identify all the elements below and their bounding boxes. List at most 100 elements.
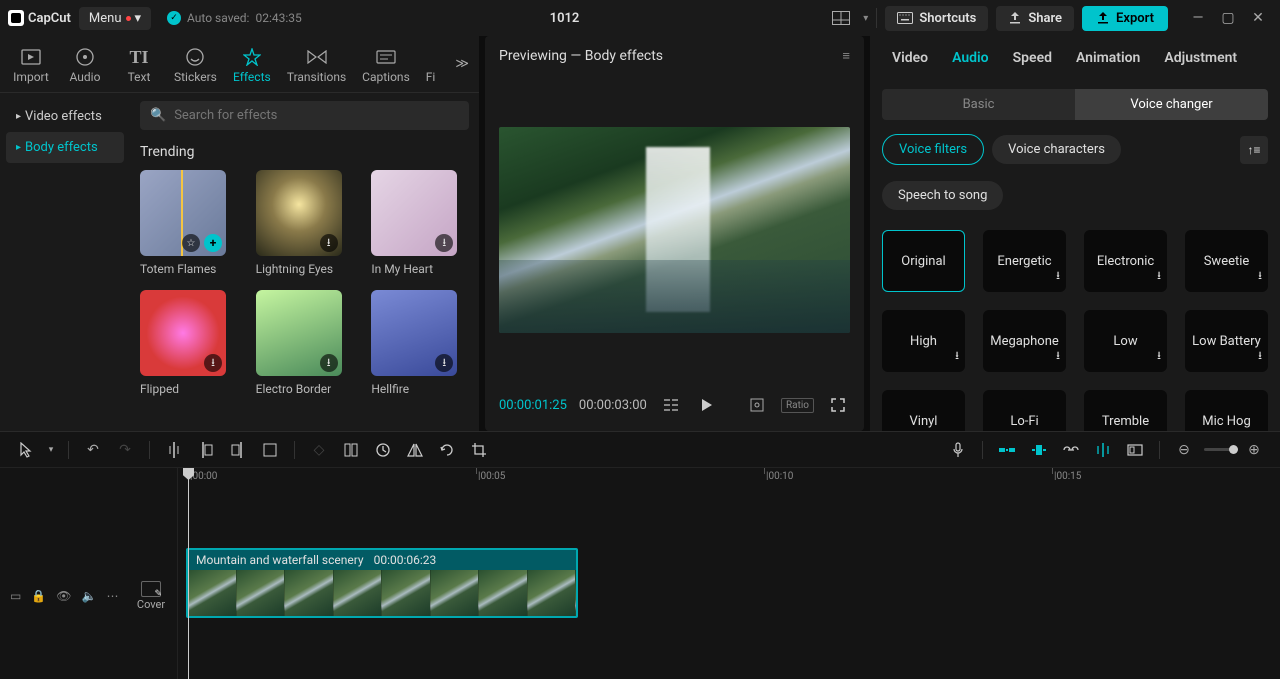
preview-menu-icon[interactable]: ≡ — [842, 48, 850, 64]
delete-button[interactable] — [256, 436, 284, 464]
split-button[interactable] — [160, 436, 188, 464]
download-icon[interactable]: ⭳ — [204, 354, 222, 372]
create-group-button[interactable] — [1121, 436, 1149, 464]
effect-in-my-heart[interactable]: ⭳In My Heart — [371, 170, 469, 276]
playhead[interactable] — [188, 468, 189, 679]
visibility-icon[interactable]: 👁 — [56, 589, 71, 603]
freeze-button[interactable] — [337, 436, 365, 464]
search-box[interactable]: 🔍 — [140, 101, 469, 130]
more-icon[interactable]: ⋯ — [106, 589, 118, 603]
effect-electro-border[interactable]: ⭳Electro Border — [256, 290, 354, 396]
zoom-slider[interactable] — [1204, 448, 1234, 451]
layout-button[interactable] — [827, 4, 855, 32]
tab-adjustment[interactable]: Adjustment — [1152, 36, 1249, 80]
voice-original[interactable]: Original — [882, 230, 965, 292]
effect-lightning-eyes[interactable]: ⭳Lightning Eyes — [256, 170, 354, 276]
tab-video[interactable]: Video — [880, 36, 940, 80]
tab-effects[interactable]: Effects — [225, 42, 279, 92]
chevron-down-icon[interactable]: ▾ — [863, 13, 868, 24]
preview-video[interactable] — [499, 127, 850, 333]
voice-tremble[interactable]: Tremble⭳ — [1084, 390, 1167, 431]
delete-left-button[interactable] — [192, 436, 220, 464]
voice-energetic[interactable]: Energetic⭳ — [983, 230, 1066, 292]
download-icon[interactable]: ⭳ — [435, 354, 453, 372]
close-button[interactable]: ✕ — [1244, 4, 1272, 32]
selection-tool[interactable] — [12, 436, 40, 464]
effect-hellfire[interactable]: ⭳Hellfire — [371, 290, 469, 396]
tab-animation[interactable]: Animation — [1064, 36, 1152, 80]
maximize-button[interactable]: ▢ — [1214, 4, 1242, 32]
voice-mic-hog[interactable]: Mic Hog⭳ — [1185, 390, 1268, 431]
pill-voice-filters[interactable]: Voice filters — [882, 134, 984, 165]
mirror-button[interactable] — [401, 436, 429, 464]
subtab-basic[interactable]: Basic — [882, 89, 1075, 120]
main-track-magnet-button[interactable] — [993, 436, 1021, 464]
menu-button[interactable]: Menu ▾ — [79, 7, 151, 30]
crop-button[interactable] — [465, 436, 493, 464]
voice-megaphone[interactable]: Megaphone⭳ — [983, 310, 1066, 372]
voice-high[interactable]: High⭳ — [882, 310, 965, 372]
tab-transitions[interactable]: Transitions — [279, 42, 354, 92]
delete-right-button[interactable] — [224, 436, 252, 464]
ratio-button[interactable]: Ratio — [781, 398, 814, 413]
more-tabs-arrow-icon[interactable]: ≫ — [451, 53, 473, 76]
play-button[interactable] — [695, 393, 719, 417]
sort-button[interactable]: ↑≡ — [1240, 136, 1268, 164]
pill-voice-characters[interactable]: Voice characters — [992, 135, 1121, 164]
shortcuts-button[interactable]: Shortcuts — [885, 6, 988, 31]
tab-import[interactable]: Import — [4, 42, 58, 92]
download-icon[interactable]: ⭳ — [320, 234, 338, 252]
download-icon[interactable]: ⭳ — [320, 354, 338, 372]
voice-lofi[interactable]: Lo-Fi⭳ — [983, 390, 1066, 431]
sidebar-item-video-effects[interactable]: Video effects — [6, 101, 124, 132]
zoom-out-button[interactable]: ⊖ — [1170, 436, 1198, 464]
tab-speed[interactable]: Speed — [1001, 36, 1064, 80]
share-button[interactable]: Share — [996, 6, 1074, 31]
preview-axis-button[interactable] — [1089, 436, 1117, 464]
sidebar-item-body-effects[interactable]: Body effects — [6, 132, 124, 163]
scale-button[interactable] — [745, 393, 769, 417]
list-compare-button[interactable] — [659, 393, 683, 417]
add-icon[interactable]: + — [204, 234, 222, 252]
export-button[interactable]: Export — [1082, 6, 1168, 31]
tab-captions[interactable]: Captions — [354, 42, 418, 92]
rotate-button[interactable] — [433, 436, 461, 464]
auto-snap-button[interactable] — [1025, 436, 1053, 464]
video-clip[interactable]: Mountain and waterfall scenery 00:00:06:… — [186, 548, 578, 618]
voice-low[interactable]: Low⭳ — [1084, 310, 1167, 372]
voice-low-battery[interactable]: Low Battery⭳ — [1185, 310, 1268, 372]
tab-audio[interactable]: Audio — [58, 42, 112, 92]
lock-track-icon[interactable]: 🔒 — [31, 589, 46, 603]
effect-flipped[interactable]: ⭳Flipped — [140, 290, 238, 396]
timeline-tracks[interactable]: |00:00 |00:05 |00:10 |00:15 Mountain and… — [178, 468, 1280, 679]
time-ruler[interactable]: |00:00 |00:05 |00:10 |00:15 — [178, 468, 1280, 490]
voice-vinyl[interactable]: Vinyl⭳ — [882, 390, 965, 431]
search-input[interactable] — [174, 108, 459, 123]
marker-button[interactable]: ◇ — [305, 436, 333, 464]
voice-sweetie[interactable]: Sweetie⭳ — [1185, 230, 1268, 292]
transitions-icon — [307, 46, 327, 68]
tab-text[interactable]: TIText — [112, 42, 166, 92]
tab-filters[interactable]: Fi — [418, 42, 444, 92]
linkage-button[interactable] — [1057, 436, 1085, 464]
mute-icon[interactable]: 🔈 — [82, 589, 97, 603]
favorite-icon[interactable]: ☆ — [182, 234, 200, 252]
effect-totem-flames[interactable]: ☆+Totem Flames — [140, 170, 238, 276]
zoom-in-button[interactable]: ⊕ — [1240, 436, 1268, 464]
redo-button[interactable]: ↷ — [111, 436, 139, 464]
tab-stickers[interactable]: Stickers — [166, 42, 225, 92]
subtab-voice-changer[interactable]: Voice changer — [1075, 89, 1268, 120]
minimize-button[interactable]: — — [1184, 4, 1212, 32]
download-icon[interactable]: ⭳ — [435, 234, 453, 252]
selection-dropdown[interactable]: ▾ — [44, 436, 58, 464]
voice-electronic[interactable]: Electronic⭳ — [1084, 230, 1167, 292]
reverse-button[interactable] — [369, 436, 397, 464]
collapse-track-icon[interactable]: ▭ — [10, 589, 21, 603]
cover-button[interactable]: Cover — [135, 581, 167, 611]
record-audio-button[interactable] — [944, 436, 972, 464]
pill-speech-to-song[interactable]: Speech to song — [882, 181, 1003, 210]
undo-button[interactable]: ↶ — [79, 436, 107, 464]
fullscreen-icon — [831, 398, 845, 412]
fullscreen-button[interactable] — [826, 393, 850, 417]
tab-audio[interactable]: Audio — [940, 36, 1001, 80]
